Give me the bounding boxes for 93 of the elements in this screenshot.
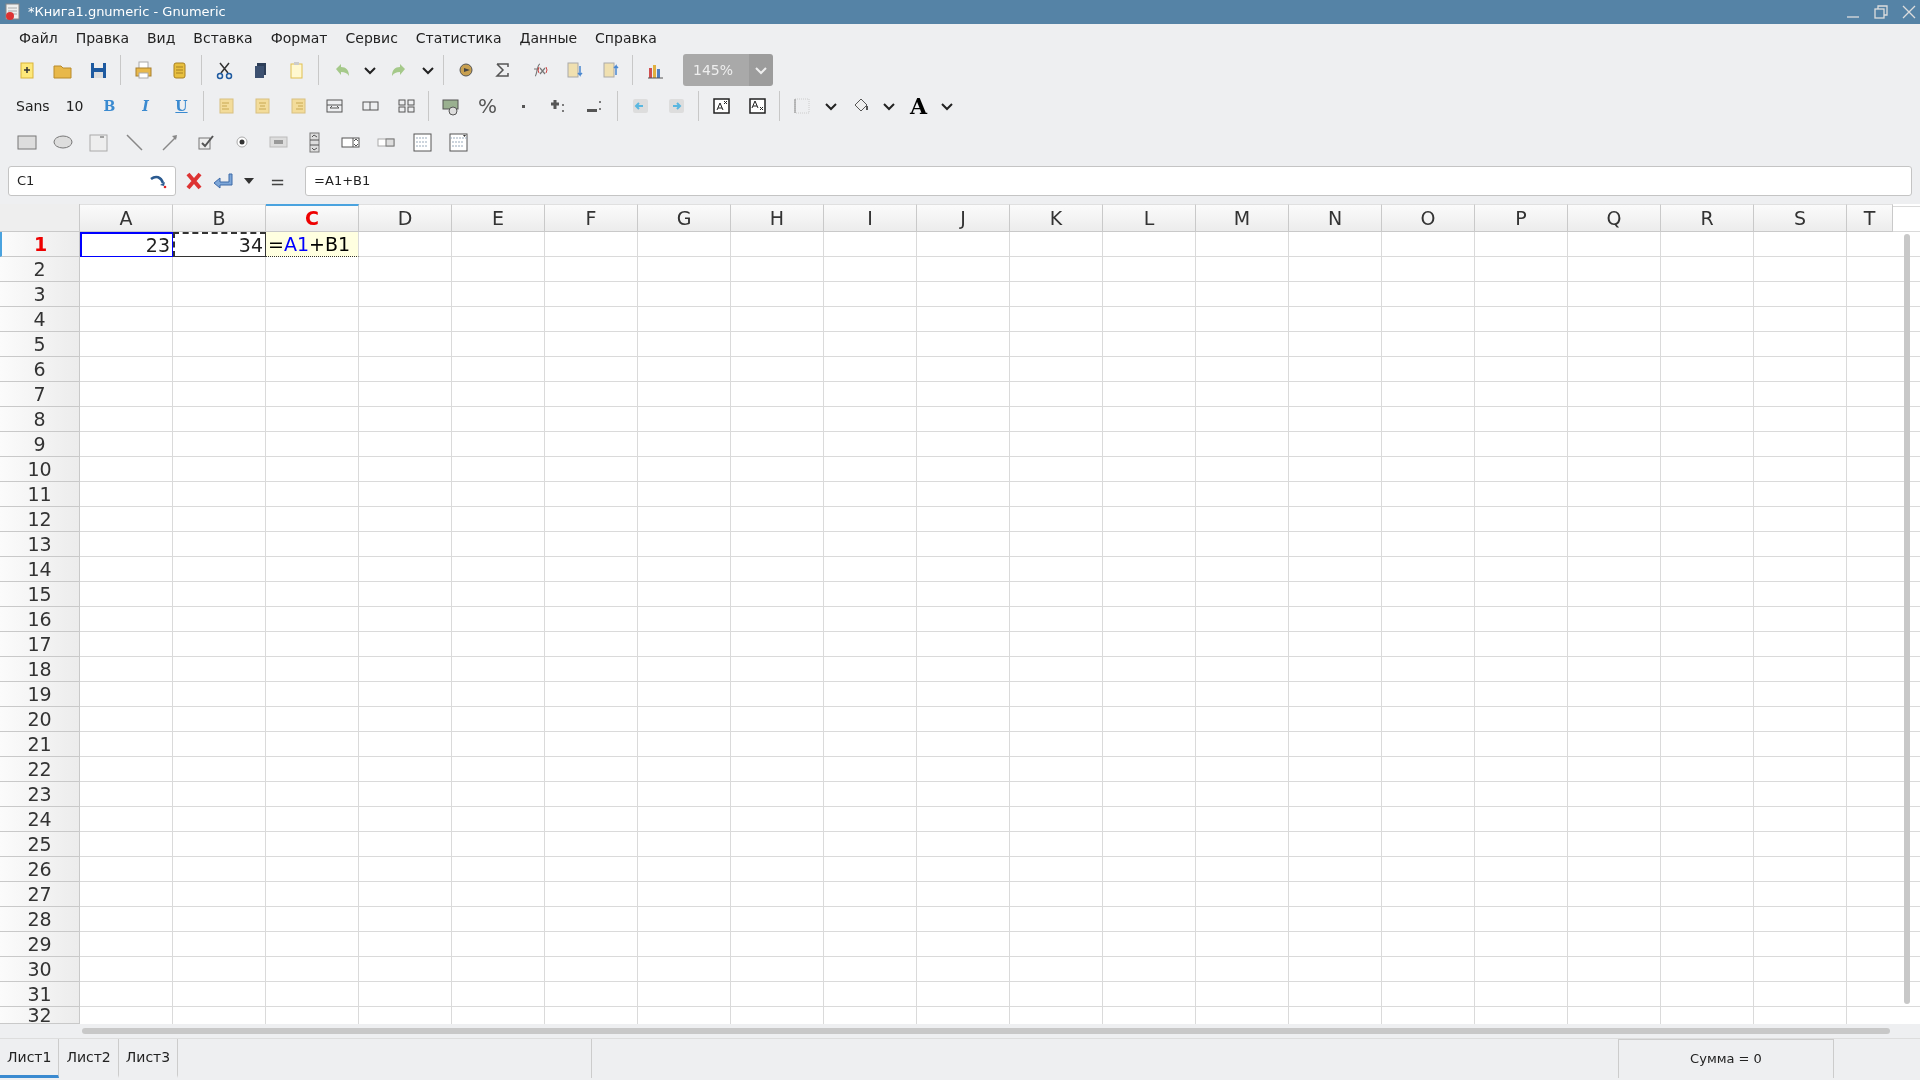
row-header[interactable]: 9 [0,432,80,457]
equals-button[interactable]: = [264,167,292,195]
row-header[interactable]: 23 [0,782,80,807]
font-size-field[interactable]: 10 [57,95,92,117]
percent-button[interactable]: % [469,90,506,122]
row-header[interactable]: 2 [0,257,80,282]
menu-item[interactable]: Правка [66,27,138,49]
menu-item[interactable]: Статистика [406,27,511,49]
menu-item[interactable]: Формат [261,27,337,49]
cell-name: C1 [17,172,35,191]
column-header[interactable]: N [1289,204,1382,232]
menu-item[interactable]: Вид [137,27,185,49]
row-header[interactable]: 20 [0,707,80,732]
column-header[interactable]: L [1103,204,1196,232]
column-header[interactable]: R [1661,204,1754,232]
jump-arrow-icon[interactable] [149,173,167,189]
line-icon [123,131,145,153]
list-form-icon [411,131,433,153]
sheet-tab[interactable]: Лист1 [0,1039,60,1078]
row-header[interactable]: 22 [0,757,80,782]
row-header[interactable]: 26 [0,857,80,882]
horizontal-scrollbar[interactable] [82,1028,1890,1034]
row-header[interactable]: 6 [0,357,80,382]
app-icon [4,3,22,21]
row-header[interactable]: 32 [0,1007,80,1024]
column-header[interactable]: C [266,204,359,232]
close-icon[interactable] [1902,5,1916,19]
menu-item[interactable]: Файл [10,27,67,49]
column-header[interactable]: S [1754,204,1847,232]
font-color-button[interactable]: A [900,90,937,122]
row-header[interactable]: 4 [0,307,80,332]
column-header[interactable]: D [359,204,452,232]
sheet-tab[interactable]: Лист3 [118,1039,179,1078]
column-header[interactable]: T [1847,204,1893,232]
table-cell[interactable]: 23 [80,232,173,257]
column-header[interactable]: M [1196,204,1289,232]
corner-header[interactable] [0,204,80,232]
column-header[interactable]: I [824,204,917,232]
row-header[interactable]: 27 [0,882,80,907]
row-header[interactable]: 19 [0,682,80,707]
superscript-icon [710,95,732,117]
window-title: *Книга1.gnumeric - Gnumeric [28,3,226,22]
borders-icon [791,95,813,117]
row-header[interactable]: 13 [0,532,80,557]
menu-item[interactable]: Вставка [184,27,262,49]
row-header[interactable]: 8 [0,407,80,432]
row-header[interactable]: 1 [0,232,80,257]
column-header[interactable]: B [173,204,266,232]
vertical-scrollbar[interactable] [1904,234,1910,1004]
column-header[interactable]: O [1382,204,1475,232]
column-header[interactable]: Q [1568,204,1661,232]
row-header[interactable]: 11 [0,482,80,507]
column-header[interactable]: G [638,204,731,232]
column-header[interactable]: J [917,204,1010,232]
menu-item[interactable]: Справка [586,27,666,49]
label-frame-icon [87,131,109,153]
font-name-field[interactable]: Sans [8,95,58,117]
cancel-icon[interactable] [184,171,204,191]
row-header[interactable]: 31 [0,982,80,1007]
column-header[interactable]: P [1475,204,1568,232]
row-header[interactable]: 16 [0,607,80,632]
row-header[interactable]: 15 [0,582,80,607]
menu-item[interactable]: Данные [510,27,587,49]
row-header[interactable]: 18 [0,657,80,682]
row-header[interactable]: 14 [0,557,80,582]
printer-icon [132,59,154,81]
column-header[interactable]: E [452,204,545,232]
subscript-icon [746,95,768,117]
column-header[interactable]: F [545,204,638,232]
column-header[interactable]: H [731,204,824,232]
restore-icon[interactable] [1874,5,1888,19]
enter-arrow-icon[interactable] [212,171,234,191]
row-header[interactable]: 17 [0,632,80,657]
column-header[interactable]: A [80,204,173,232]
row-header[interactable]: 29 [0,932,80,957]
row-header[interactable]: 24 [0,807,80,832]
column-header[interactable]: K [1010,204,1103,232]
name-box[interactable]: C1 [8,166,176,196]
row-header[interactable]: 21 [0,732,80,757]
row-header[interactable]: 3 [0,282,80,307]
status-sum: Сумма = 0 [1618,1039,1834,1078]
row-header[interactable]: 7 [0,382,80,407]
row-header[interactable]: 30 [0,957,80,982]
cell-editor[interactable]: =A1+B1 [266,232,359,257]
menu-item[interactable]: Сервис [336,27,407,49]
formula-field[interactable]: =A1+B1 [305,166,1912,196]
row-header[interactable]: 5 [0,332,80,357]
sheet-tab[interactable]: Лист2 [59,1039,119,1078]
row-header[interactable]: 12 [0,507,80,532]
row-header[interactable]: 10 [0,457,80,482]
combo-form-icon [447,131,469,153]
row-header[interactable]: 25 [0,832,80,857]
row-header[interactable]: 28 [0,907,80,932]
